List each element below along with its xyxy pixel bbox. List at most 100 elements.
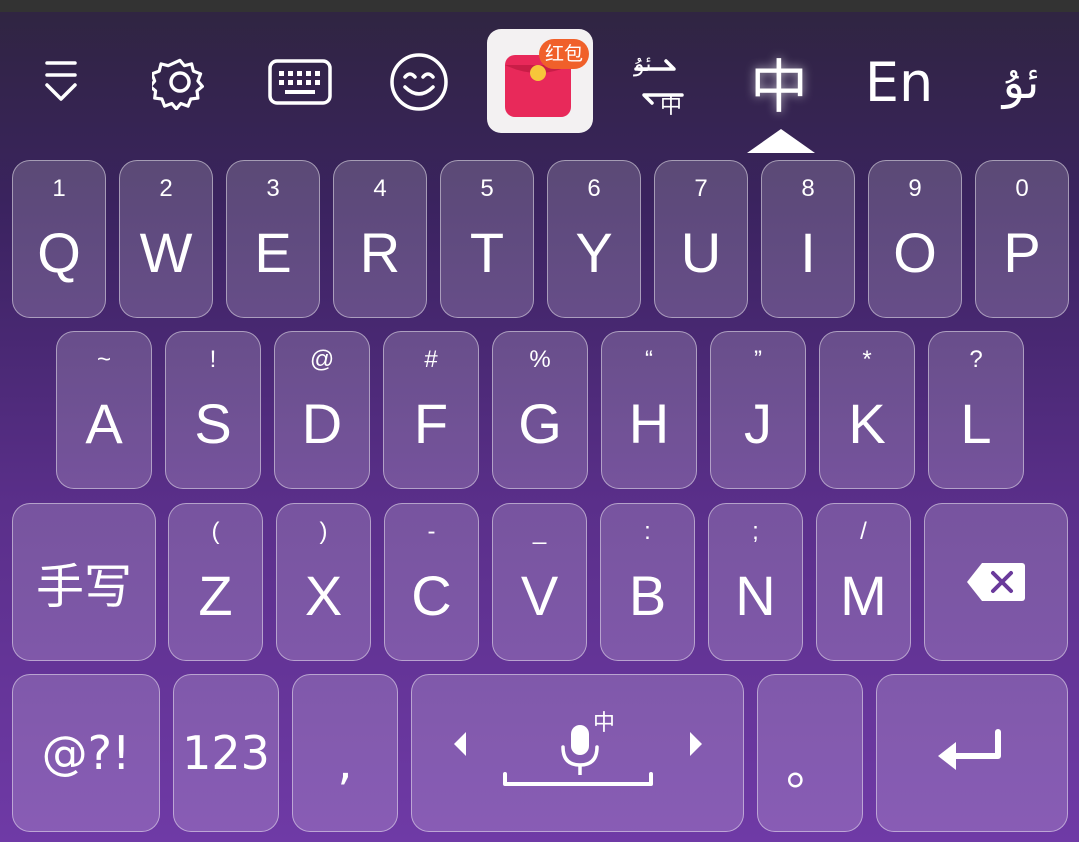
numbers-key[interactable]: 123: [173, 674, 279, 832]
key-t[interactable]: 5T: [440, 160, 534, 318]
key-primary-label: L: [960, 391, 992, 455]
key-q[interactable]: 1Q: [12, 160, 106, 318]
key-u[interactable]: 7U: [654, 160, 748, 318]
collapse-icon: [45, 61, 77, 101]
key-primary-label: P: [1003, 220, 1041, 284]
key-p[interactable]: 0P: [975, 160, 1069, 318]
lang-chinese-button[interactable]: 中: [734, 32, 824, 132]
lang-english-label: En: [864, 50, 934, 114]
key-i[interactable]: 8I: [761, 160, 855, 318]
key-v[interactable]: _ V: [492, 503, 587, 661]
key-label: 手写: [35, 559, 132, 615]
key-f[interactable]: # F: [383, 331, 479, 489]
key-g[interactable]: % G: [492, 331, 588, 489]
key-primary-label: M: [840, 563, 887, 627]
key-primary-label: E: [254, 220, 292, 284]
keyboard-toolbar: 红包 ئۇ 中 中 En ئۇ: [0, 12, 1079, 153]
red-packet-badge: 红包: [539, 39, 589, 69]
key-secondary-label: *: [862, 346, 872, 373]
emoji-button[interactable]: [374, 32, 464, 132]
key-primary-label: X: [304, 563, 343, 627]
key-label: ,: [337, 735, 353, 791]
key-l[interactable]: ? L: [928, 331, 1024, 489]
red-packet-button[interactable]: 红包: [487, 29, 593, 133]
key-secondary-label: ~: [96, 346, 111, 373]
key-secondary-label: (: [211, 518, 220, 545]
key-z[interactable]: (Z: [168, 503, 263, 661]
key-primary-label: T: [469, 220, 505, 284]
key-primary-label: Z: [198, 563, 233, 627]
key-primary-label: S: [194, 391, 232, 455]
key-secondary-label: ;: [752, 518, 759, 545]
key-secondary-label: ”: [754, 346, 762, 373]
key-k[interactable]: * K: [819, 331, 915, 489]
key-secondary-label: 7: [694, 175, 708, 202]
keyboard-layout-button[interactable]: [255, 32, 345, 132]
space-voice-key[interactable]: 中: [411, 674, 744, 832]
period-key[interactable]: 。: [757, 674, 863, 832]
key-x[interactable]: ) X: [276, 503, 371, 661]
key-e[interactable]: 3E: [226, 160, 320, 318]
symbols-key[interactable]: @?!: [12, 674, 160, 832]
key-label: 。: [785, 740, 834, 796]
key-b[interactable]: :B: [600, 503, 695, 661]
key-h[interactable]: “H: [601, 331, 697, 489]
key-secondary-label: 8: [801, 175, 815, 202]
key-secondary-label: :: [644, 518, 651, 545]
key-secondary-label: 2: [159, 175, 173, 202]
key-s[interactable]: ! S: [165, 331, 261, 489]
key-a[interactable]: ~ A: [56, 331, 152, 489]
key-secondary-label: ?: [969, 346, 983, 373]
lang-uyghur-button[interactable]: ئۇ: [976, 32, 1066, 132]
key-secondary-label: #: [424, 346, 438, 373]
cursor-right-icon: [690, 732, 702, 756]
key-secondary-label: 5: [480, 175, 494, 202]
key-o[interactable]: 9O: [868, 160, 962, 318]
backspace-key[interactable]: [924, 503, 1068, 661]
translate-button[interactable]: ئۇ 中: [614, 32, 704, 132]
key-primary-label: A: [85, 391, 123, 455]
comma-key[interactable]: ,: [292, 674, 398, 832]
settings-button[interactable]: [135, 32, 225, 132]
key-secondary-label: “: [645, 346, 653, 373]
voice-language-label: 中: [593, 711, 616, 736]
lang-english-button[interactable]: En: [854, 32, 944, 132]
key-primary-label: F: [413, 391, 449, 455]
key-primary-label: J: [744, 391, 772, 455]
key-j[interactable]: ” J: [710, 331, 806, 489]
translate-target-label: 中: [660, 94, 683, 119]
key-primary-label: Q: [37, 220, 81, 284]
emoji-icon: [390, 53, 448, 111]
gear-icon: [152, 58, 204, 110]
key-primary-label: U: [680, 220, 722, 284]
key-secondary-label: 3: [266, 175, 280, 202]
collapse-keyboard-button[interactable]: [16, 32, 106, 132]
key-secondary-label: %: [529, 346, 551, 373]
key-r[interactable]: 4R: [333, 160, 427, 318]
key-m[interactable]: / M: [816, 503, 911, 661]
key-n[interactable]: ; N: [708, 503, 803, 661]
key-secondary-label: !: [209, 346, 217, 373]
key-primary-label: C: [411, 563, 452, 627]
key-primary-label: I: [800, 220, 816, 284]
key-secondary-label: -: [427, 518, 436, 545]
key-secondary-label: _: [532, 518, 547, 545]
handwriting-key[interactable]: 手写: [12, 503, 156, 661]
translate-source-label: ئۇ: [634, 52, 652, 77]
key-primary-label: O: [893, 220, 937, 284]
key-primary-label: B: [628, 563, 667, 627]
key-w[interactable]: 2W: [119, 160, 213, 318]
key-c[interactable]: -C: [384, 503, 479, 661]
key-primary-label: Y: [575, 220, 613, 284]
enter-key[interactable]: [876, 674, 1068, 832]
key-d[interactable]: @ D: [274, 331, 370, 489]
key-primary-label: K: [848, 391, 886, 455]
active-language-indicator: [747, 129, 815, 153]
space-bar-icon: [503, 772, 653, 786]
key-label: 123: [182, 726, 270, 780]
keyboard-icon: [268, 59, 332, 105]
key-primary-label: D: [301, 391, 343, 455]
status-bar-strip: [0, 0, 1079, 12]
key-secondary-label: /: [860, 518, 867, 545]
key-y[interactable]: 6Y: [547, 160, 641, 318]
